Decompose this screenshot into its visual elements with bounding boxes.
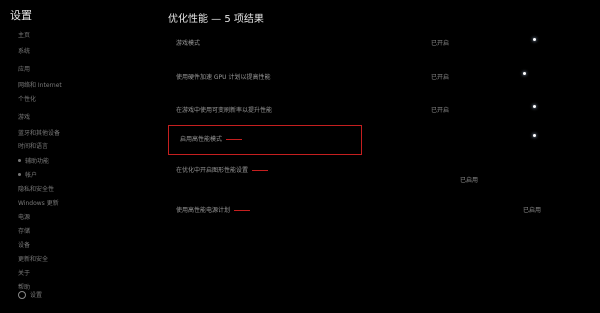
sidebar-item-accessibility[interactable]: 辅助功能	[18, 156, 49, 165]
sidebar-item-windows-update[interactable]: Windows 更新	[18, 198, 59, 207]
sidebar-item-storage[interactable]: 存储	[18, 226, 30, 235]
result-row[interactable]: 使用高性能电源计划	[176, 205, 252, 214]
result-value: 已启用	[460, 177, 479, 184]
settings-icon	[18, 290, 26, 299]
sidebar-item-time-language[interactable]: 时间和语言	[18, 141, 48, 150]
result-row[interactable]: 游戏模式 已开启	[176, 38, 449, 47]
sidebar-item-power[interactable]: 电源	[18, 212, 30, 221]
toggle-game-mode[interactable]	[533, 38, 536, 41]
highlight-marker	[233, 210, 250, 211]
sidebar-item-about[interactable]: 关于	[18, 268, 30, 277]
sidebar-item-settings[interactable]: 设置	[18, 290, 42, 299]
sidebar-item-apps[interactable]: 应用	[18, 64, 30, 73]
sidebar-item-gaming[interactable]: 游戏	[18, 112, 30, 121]
settings-title: 设置	[10, 9, 32, 22]
dot-icon	[18, 159, 21, 162]
dot-icon	[18, 173, 21, 176]
sidebar-item-home[interactable]: 主页	[18, 30, 30, 39]
result-row[interactable]: 在优化中开启图形性能设置	[176, 165, 270, 174]
sidebar-item-network[interactable]: 网络和 Internet	[18, 80, 62, 89]
sidebar-item-personalization[interactable]: 个性化	[18, 94, 36, 103]
result-value: 已启用	[523, 207, 542, 214]
sidebar-item-bluetooth[interactable]: 蓝牙和其他设备	[18, 128, 60, 137]
sidebar-item-system[interactable]: 系统	[18, 46, 30, 55]
toggle-hardware-gpu[interactable]	[523, 72, 526, 75]
selected-result-outline	[168, 125, 362, 155]
sidebar-item-accounts[interactable]: 帐户	[18, 170, 37, 179]
toggle-variable-refresh[interactable]	[533, 105, 536, 108]
toggle-high-performance[interactable]	[533, 134, 536, 137]
sidebar-item-privacy[interactable]: 隐私和安全性	[18, 184, 54, 193]
result-row[interactable]: 在游戏中使用可变刷新率以提升性能 已开启	[176, 105, 449, 114]
page-title: 优化性能 — 5 项结果	[168, 14, 264, 25]
sidebar-item-devices[interactable]: 设备	[18, 240, 30, 249]
highlight-marker	[251, 170, 268, 171]
sidebar-item-update-security[interactable]: 更新和安全	[18, 254, 48, 263]
settings-window: 设置 优化性能 — 5 项结果 主页 系统 应用 网络和 Internet 个性…	[0, 0, 600, 313]
result-row[interactable]: 使用硬件加速 GPU 计划以提高性能 已开启	[176, 72, 449, 81]
